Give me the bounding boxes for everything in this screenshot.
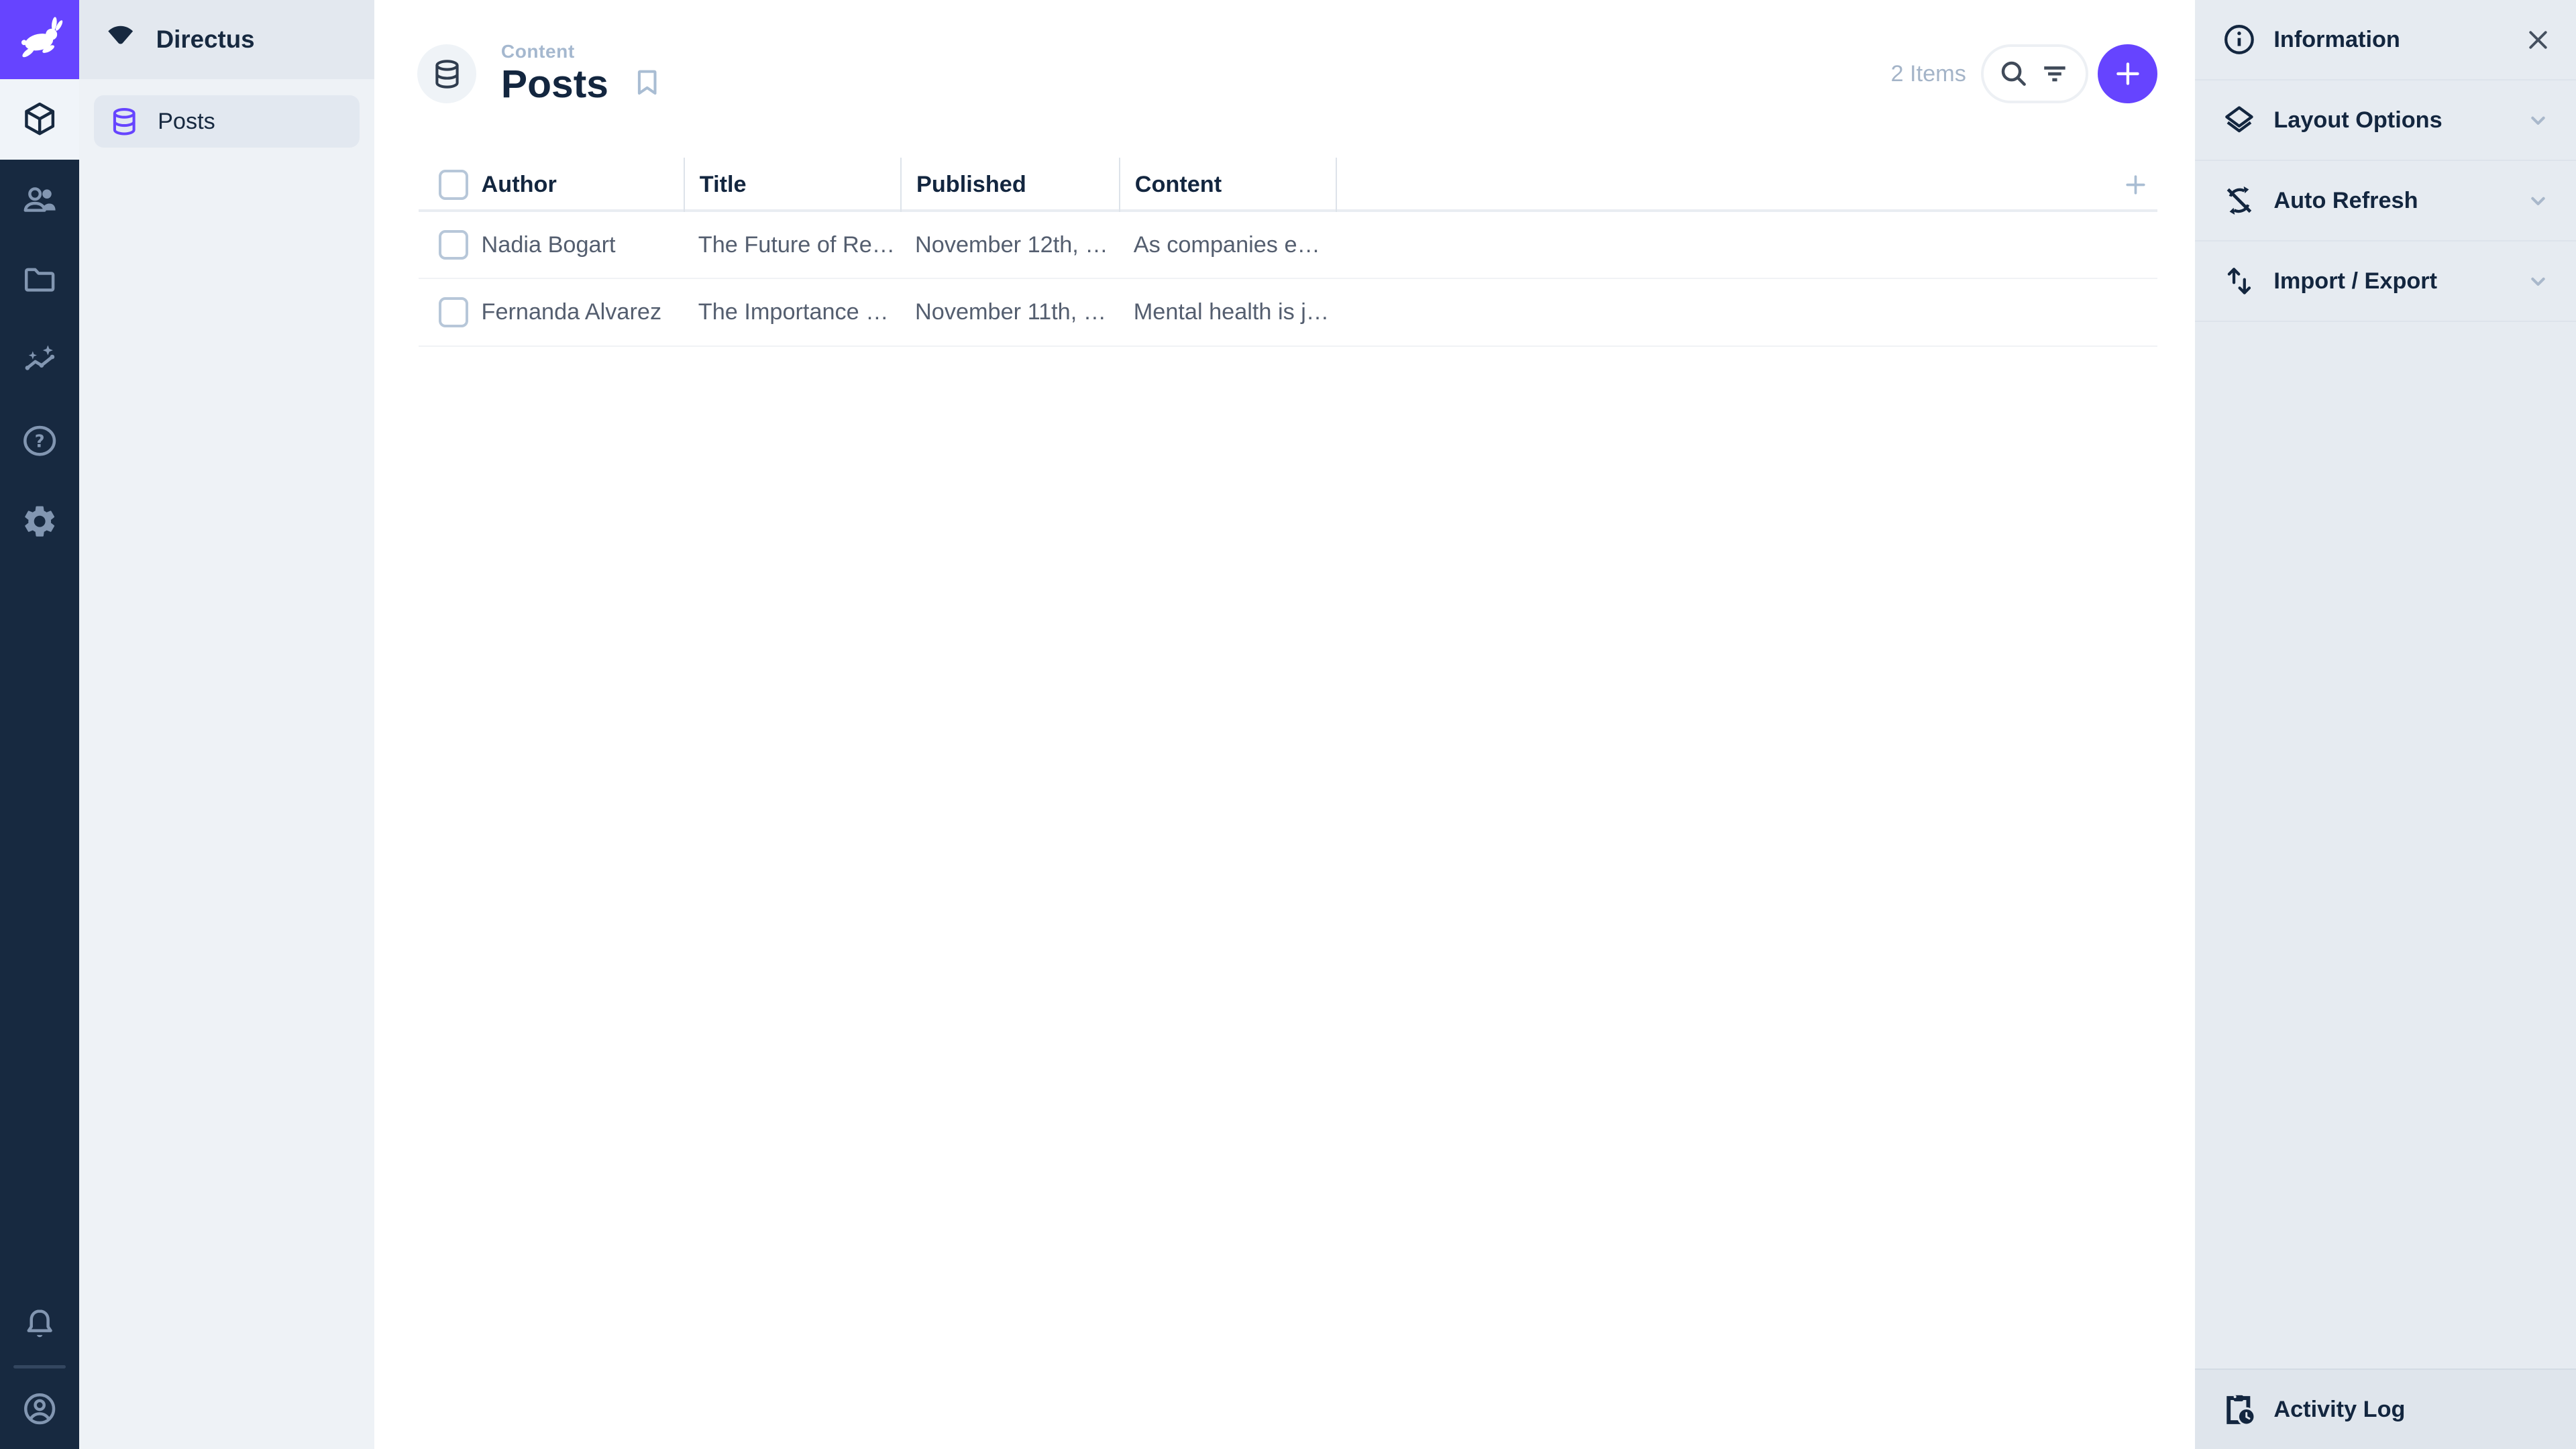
row-select-cell <box>419 230 481 260</box>
directus-app: ? Directus Posts Content Posts 2 Items A… <box>0 0 2576 1449</box>
insights-icon <box>21 341 58 379</box>
cell-author: Nadia Bogart <box>481 231 616 258</box>
create-item-button[interactable] <box>2098 44 2157 104</box>
svg-text:?: ? <box>34 432 44 452</box>
cell-title: The Importance … <box>698 299 889 325</box>
breadcrumb: Content <box>500 41 575 62</box>
notifications-button[interactable] <box>0 1285 79 1365</box>
activity-log-label: Activity Log <box>2273 1396 2406 1422</box>
cell-content: As companies e… <box>1133 231 1320 258</box>
row-checkbox[interactable] <box>438 297 468 327</box>
nav-item-label: Posts <box>158 108 215 134</box>
account-circle-icon <box>21 1390 58 1428</box>
title-block: Content Posts <box>501 41 608 107</box>
page-header: Content Posts 2 Items <box>374 0 2194 148</box>
table-row[interactable]: Fernanda Alvarez The Importance … Novemb… <box>419 279 2157 347</box>
items-count: 2 Items <box>1890 60 1966 87</box>
collection-icon-button[interactable] <box>417 44 477 104</box>
folder-icon <box>21 261 58 299</box>
filter-button[interactable] <box>2035 48 2076 100</box>
sidebar-section-auto-refresh[interactable]: Auto Refresh <box>2194 161 2576 241</box>
cell-published: November 11th, … <box>915 299 1107 325</box>
plus-icon <box>2119 168 2152 201</box>
chevron-down-icon[interactable] <box>2518 181 2558 221</box>
sidebar-section-information[interactable]: Information <box>2194 0 2576 80</box>
bookmark-icon <box>630 65 664 99</box>
project-name: Directus <box>156 25 255 53</box>
activity-log-button[interactable]: Activity Log <box>2194 1368 2576 1449</box>
sidebar-section-label: Auto Refresh <box>2273 187 2418 213</box>
page-title: Posts <box>500 62 608 107</box>
sidebar-section-label: Information <box>2273 26 2400 52</box>
search-icon <box>1996 56 2032 92</box>
module-insights[interactable] <box>0 321 79 401</box>
items-table: Author Title Published Content Nadia Bog… <box>374 148 2194 347</box>
sidebar-section-layout-options[interactable]: Layout Options <box>2194 80 2576 161</box>
chevron-down-icon[interactable] <box>2518 101 2558 140</box>
column-header-title[interactable]: Title <box>683 158 900 212</box>
filter-icon <box>2037 56 2073 92</box>
close-sidebar-button[interactable] <box>2518 20 2558 60</box>
sync-disabled-icon <box>2221 182 2257 219</box>
account-button[interactable] <box>0 1368 79 1449</box>
column-header-author[interactable]: Author <box>482 172 684 198</box>
plus-icon <box>2110 56 2146 92</box>
module-settings[interactable] <box>0 482 79 562</box>
module-user-directory[interactable] <box>0 160 79 240</box>
database-icon <box>109 106 140 138</box>
people-icon <box>21 180 58 218</box>
row-checkbox[interactable] <box>438 230 468 260</box>
search-filter-pill <box>1980 44 2088 104</box>
right-sidebar: Information Layout Options Auto Refresh … <box>2194 0 2576 1449</box>
import-export-icon <box>2221 263 2257 299</box>
directus-logo[interactable] <box>0 0 79 79</box>
sidebar-section-label: Import / Export <box>2273 268 2438 294</box>
search-button[interactable] <box>1994 48 2035 100</box>
table-row[interactable]: Nadia Bogart The Future of Re… November … <box>419 212 2157 280</box>
column-header-published[interactable]: Published <box>900 158 1119 212</box>
nav-item-posts[interactable]: Posts <box>93 95 360 148</box>
cell-content: Mental health is j… <box>1133 299 1330 325</box>
main-content: Content Posts 2 Items Author Title Publi… <box>374 0 2195 1449</box>
collection-nav: Posts <box>79 79 375 164</box>
sidebar-section-import-export[interactable]: Import / Export <box>2194 241 2576 322</box>
help-icon: ? <box>21 422 58 460</box>
info-icon <box>2221 21 2257 58</box>
database-icon <box>431 58 464 91</box>
select-all-cell <box>419 170 481 200</box>
bookmark-button[interactable] <box>630 65 664 99</box>
cell-title: The Future of Re… <box>698 231 896 258</box>
module-content[interactable] <box>0 78 79 160</box>
nav-sidebar: Directus Posts <box>78 0 375 1449</box>
chevron-down-icon[interactable] <box>2518 262 2558 301</box>
add-column-button[interactable] <box>2114 158 2157 212</box>
cell-published: November 12th, … <box>915 231 1108 258</box>
close-icon <box>2522 23 2555 56</box>
sidebar-section-label: Layout Options <box>2273 107 2443 133</box>
module-bar: ? <box>0 0 79 1449</box>
module-documentation[interactable]: ? <box>0 401 79 482</box>
cell-author: Fernanda Alvarez <box>481 299 662 325</box>
project-header[interactable]: Directus <box>78 0 375 79</box>
column-header-content[interactable]: Content <box>1118 158 1336 212</box>
bell-icon <box>21 1306 58 1344</box>
module-bar-bottom <box>0 1285 79 1449</box>
clipboard-clock-icon <box>2221 1391 2257 1428</box>
layers-icon <box>2221 102 2257 138</box>
fan-icon <box>103 22 138 56</box>
module-file-library[interactable] <box>0 240 79 321</box>
header-actions: 2 Items <box>1890 44 2157 104</box>
table-header-row: Author Title Published Content <box>419 158 2157 212</box>
directus-rabbit-icon <box>13 13 66 66</box>
select-all-checkbox[interactable] <box>438 170 468 200</box>
gear-icon <box>21 502 58 540</box>
row-select-cell <box>419 297 481 327</box>
header-spacer <box>1335 158 2114 212</box>
box-icon <box>21 100 58 138</box>
